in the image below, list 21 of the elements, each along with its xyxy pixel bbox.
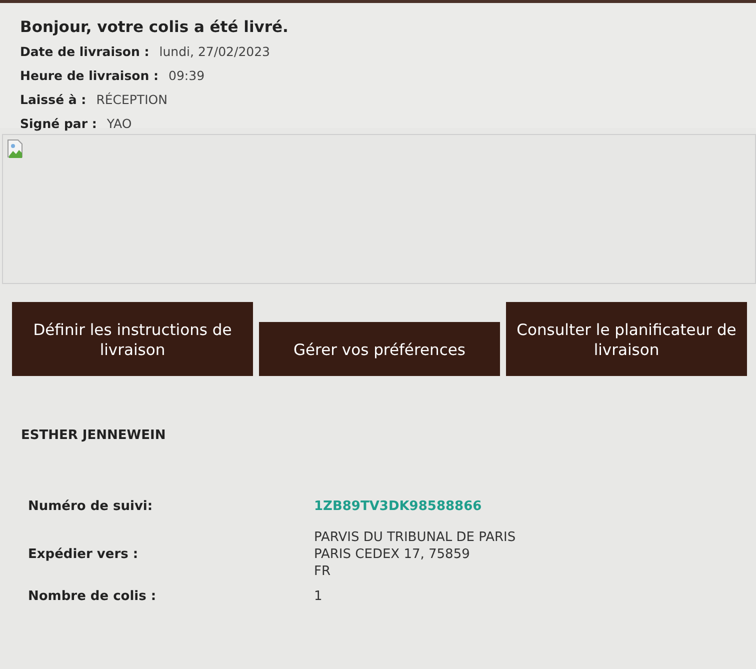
field-value: 09:39 xyxy=(168,67,205,85)
detail-label: Nombre de colis : xyxy=(28,589,158,604)
detail-label: Expédier vers : xyxy=(28,547,140,562)
detail-value: PARVIS DU TRIBUNAL DE PARIS xyxy=(314,529,516,546)
field-label: Date de livraison : xyxy=(20,43,150,61)
field-value: lundi, 27/02/2023 xyxy=(159,43,270,61)
detail-value: PARIS CEDEX 17, 75859 xyxy=(314,546,471,563)
broken-image-icon xyxy=(7,139,24,158)
detail-value: 1 xyxy=(314,588,322,605)
field-value: RÉCEPTION xyxy=(96,91,168,109)
action-button[interactable]: Gérer vos préférences xyxy=(259,322,500,376)
detail-label: Numéro de suivi: xyxy=(28,499,154,514)
action-button[interactable]: Définir les instructions de livraison xyxy=(12,302,253,376)
field-label: Signé par : xyxy=(20,115,97,133)
message-title: Bonjour, votre colis a été livré. xyxy=(20,18,290,36)
action-button[interactable]: Consulter le planificateur de livraison xyxy=(506,302,747,376)
field-label: Heure de livraison : xyxy=(20,67,158,85)
recipient-name: ESTHER JENNEWEIN xyxy=(20,427,167,443)
field-label: Laissé à : xyxy=(20,91,86,109)
detail-value: FR xyxy=(314,563,332,580)
field-value: YAO xyxy=(106,115,132,133)
